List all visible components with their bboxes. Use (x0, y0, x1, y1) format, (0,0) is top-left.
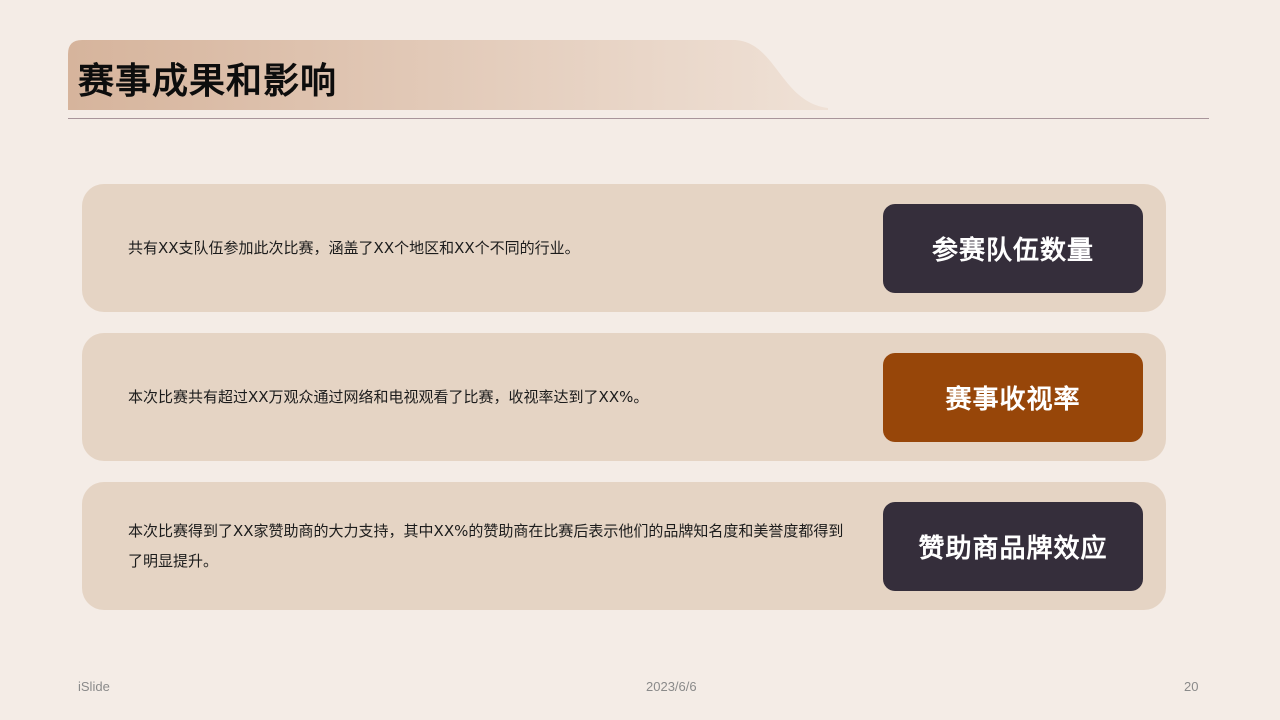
badge-teams[interactable]: 参赛队伍数量 (883, 204, 1143, 293)
card-ratings-text: 本次比赛共有超过XX万观众通过网络和电视观看了比赛，收视率达到了XX%。 (128, 388, 649, 406)
page-title: 赛事成果和影响 (78, 61, 338, 102)
badge-sponsors[interactable]: 赞助商品牌效应 (883, 502, 1143, 591)
card-sponsors-text: 本次比赛得到了XX家赞助商的大力支持，其中XX%的赞助商在比赛后表示他们的品牌知… (128, 522, 844, 570)
footer-brand: iSlide (78, 679, 110, 694)
badge-ratings[interactable]: 赛事收视率 (883, 353, 1143, 442)
footer-date: 2023/6/6 (646, 679, 697, 694)
card-sponsors: 本次比赛得到了XX家赞助商的大力支持，其中XX%的赞助商在比赛后表示他们的品牌知… (82, 482, 1166, 610)
footer-page-number: 20 (1184, 679, 1199, 694)
card-ratings: 本次比赛共有超过XX万观众通过网络和电视观看了比赛，收视率达到了XX%。 赛事收… (82, 333, 1166, 461)
card-teams-text: 共有XX支队伍参加此次比赛，涵盖了XX个地区和XX个不同的行业。 (128, 239, 580, 257)
title-divider (68, 118, 1209, 119)
card-teams: 共有XX支队伍参加此次比赛，涵盖了XX个地区和XX个不同的行业。 参赛队伍数量 (82, 184, 1166, 312)
